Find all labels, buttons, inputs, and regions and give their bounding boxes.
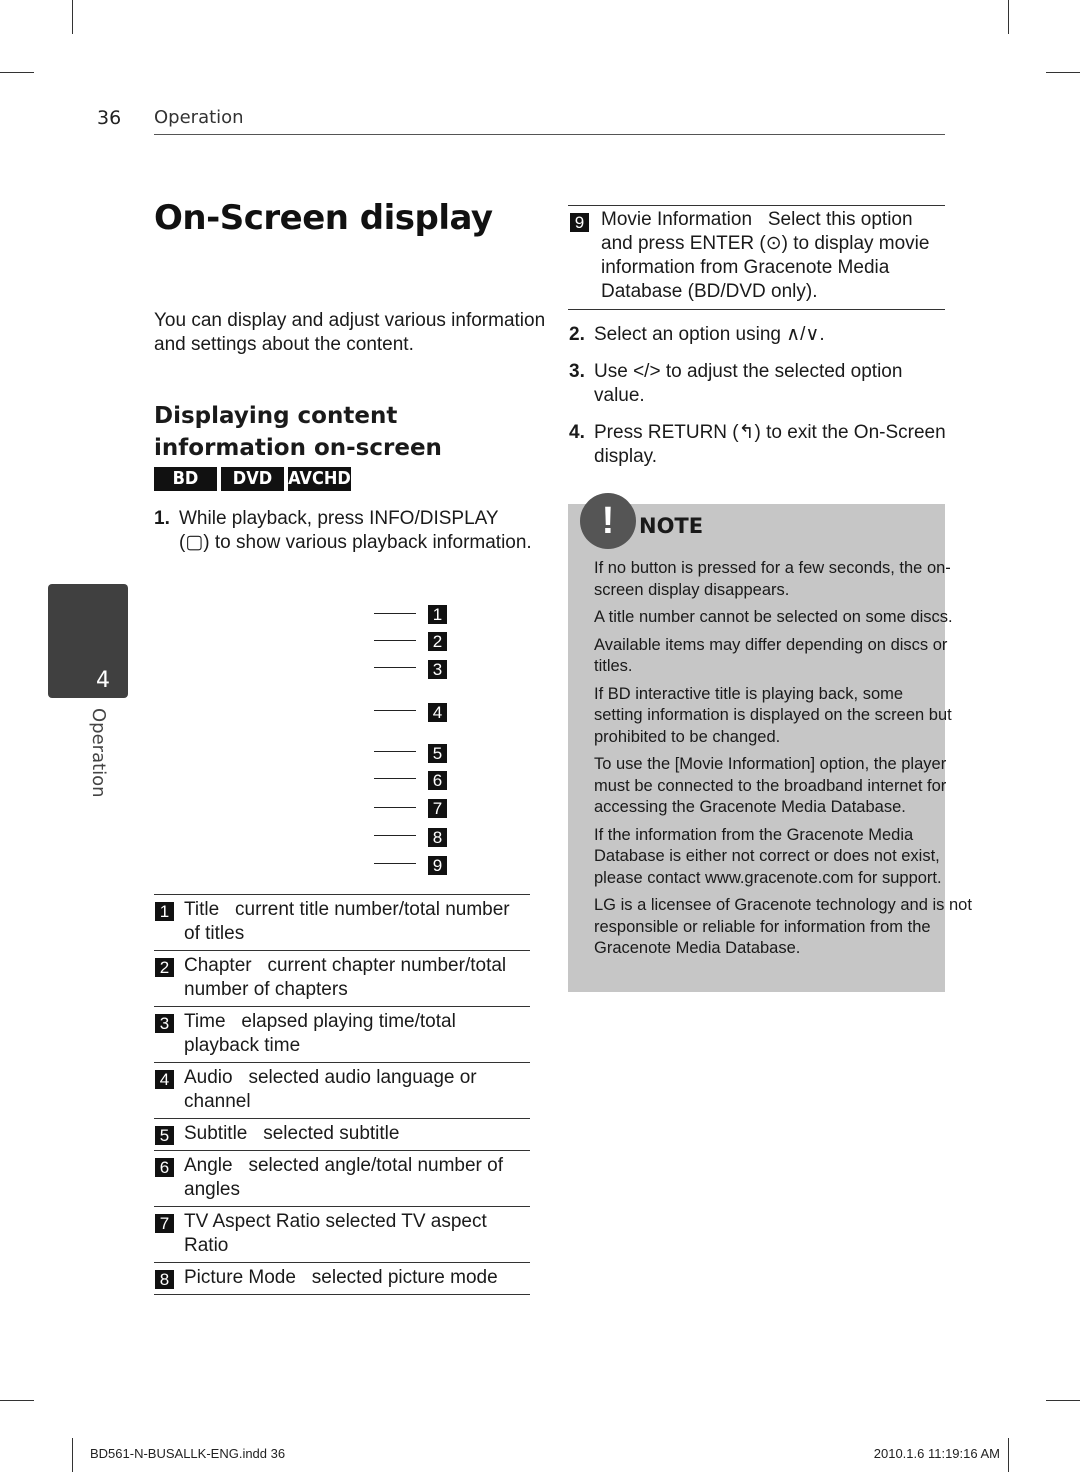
section-name: Operation xyxy=(154,107,244,128)
crop-mark xyxy=(1046,1400,1080,1401)
callout-line xyxy=(374,835,416,836)
definition-list: 1 Title current title number/total number… xyxy=(154,894,530,1295)
item-number: 2 xyxy=(155,958,174,977)
crop-mark xyxy=(0,1400,34,1401)
callout-line xyxy=(374,807,416,808)
note-item: If BD interactive title is playing back,… xyxy=(594,684,952,746)
note-item: A title number cannot be selected on som… xyxy=(594,608,953,626)
callout-1: 1 xyxy=(428,605,447,624)
step-text: Use </> to adjust the selected option va… xyxy=(594,361,903,406)
step-4: 4. Press RETURN (↰) to exit the On-Screen… xyxy=(569,421,949,469)
steps-continued: 2. Select an option using ∧/∨. 3. Use </> … xyxy=(569,323,949,482)
crop-mark xyxy=(72,1438,73,1472)
intro-text: You can display and adjust various infor… xyxy=(154,310,546,355)
callout-line xyxy=(374,863,416,864)
step-number: 1. xyxy=(154,508,170,529)
note-list: If no button is pressed for a few second… xyxy=(594,558,984,966)
item-term: Chapter xyxy=(184,955,252,976)
crop-mark xyxy=(0,72,34,73)
item-number: 4 xyxy=(155,1070,174,1089)
step-3: 3. Use </> to adjust the selected option … xyxy=(569,360,949,408)
section-subtitle: Displaying content information on-screen xyxy=(154,403,442,461)
badge-dvd: DVD xyxy=(221,467,284,491)
item-term: Angle xyxy=(184,1155,233,1176)
item-desc: selected picture mode xyxy=(311,1267,498,1288)
item-term: Subtitle xyxy=(184,1123,248,1144)
item-number: 7 xyxy=(155,1214,174,1233)
manual-page: 36 Operation On-Screen display You can d… xyxy=(0,0,1080,1472)
callout-6: 6 xyxy=(428,771,447,790)
footer-timestamp: 2010.1.6 11:19:16 AM xyxy=(873,1446,1000,1461)
callout-line xyxy=(374,778,416,779)
item-number: 3 xyxy=(155,1014,174,1033)
step-number: 2. xyxy=(569,324,585,345)
callout-line xyxy=(374,710,416,711)
callout-2: 2 xyxy=(428,632,447,651)
callout-5: 5 xyxy=(428,744,447,763)
step-number: 3. xyxy=(569,361,585,382)
chapter-tab xyxy=(48,584,128,698)
callout-3: 3 xyxy=(428,660,447,679)
chapter-label: Operation xyxy=(88,708,109,798)
crop-mark xyxy=(1008,1438,1009,1472)
item-desc: current title number/total number of tit… xyxy=(184,899,510,944)
note-item: Available items may differ depending on … xyxy=(594,635,948,676)
definition-row: 8 Picture Mode selected picture mode xyxy=(154,1262,530,1295)
exclamation-icon: ! xyxy=(580,493,636,549)
step-text: Select an option using ∧/∨. xyxy=(594,324,825,345)
callout-7: 7 xyxy=(428,799,447,818)
item-number: 1 xyxy=(155,902,174,921)
crop-mark xyxy=(1046,72,1080,73)
note-title: NOTE xyxy=(639,514,704,538)
item-term: Title xyxy=(184,899,220,920)
crop-mark xyxy=(1008,0,1009,34)
step-text: Press RETURN (↰) to exit the On-Screen d… xyxy=(594,422,946,467)
note-item: To use the [Movie Information] option, t… xyxy=(594,755,947,816)
item-number: 9 xyxy=(570,213,589,232)
item-term: TV Aspect Ratio xyxy=(184,1211,321,1232)
definition-row: 6 Angle selected angle/total number of an… xyxy=(154,1150,530,1206)
callout-line xyxy=(374,667,416,668)
badge-avchd: AVCHD xyxy=(288,467,351,491)
step-2: 2. Select an option using ∧/∨. xyxy=(569,323,949,347)
callout-line xyxy=(374,613,416,614)
definition-row: 9 Movie Information Select this option a… xyxy=(568,205,945,310)
callout-line xyxy=(374,751,416,752)
step-number: 4. xyxy=(569,422,585,443)
definition-row: 5 Subtitle selected subtitle xyxy=(154,1118,530,1150)
page-number: 36 xyxy=(97,107,122,129)
step-1: 1. While playback, press INFO/DISPLAY (▢… xyxy=(154,507,534,555)
definition-row: 1 Title current title number/total number… xyxy=(154,894,530,950)
disc-badges: BD DVD AVCHD xyxy=(154,467,351,491)
note-item: If no button is pressed for a few second… xyxy=(594,559,951,599)
note-item: If the information from the Gracenote Me… xyxy=(594,825,942,887)
step-text: While playback, press INFO/DISPLAY (▢) t… xyxy=(179,508,532,553)
callout-8: 8 xyxy=(428,828,447,847)
chapter-number: 4 xyxy=(96,668,110,693)
item-desc: selected subtitle xyxy=(263,1123,400,1144)
callout-9: 9 xyxy=(428,856,447,875)
badge-bd: BD xyxy=(154,467,217,491)
footer-file: BD561-N-BUSALLK-ENG.indd 36 xyxy=(90,1446,286,1461)
item-term: Time xyxy=(184,1011,226,1032)
page-title: On-Screen display xyxy=(154,198,493,238)
item-term: Audio xyxy=(184,1067,233,1088)
item-number: 5 xyxy=(155,1126,174,1145)
item-number: 6 xyxy=(155,1158,174,1177)
item-term: Movie Information xyxy=(601,209,753,230)
callout-line xyxy=(374,640,416,641)
crop-mark xyxy=(72,0,73,34)
definition-row: 2 Chapter current chapter number/total nu… xyxy=(154,950,530,1006)
header-rule xyxy=(154,134,945,135)
note-item: LG is a licensee of Gracenote technology… xyxy=(594,896,972,957)
definition-row: 3 Time elapsed playing time/total playbac… xyxy=(154,1006,530,1062)
definition-row: 4 Audio selected audio language or channe… xyxy=(154,1062,530,1118)
callout-4: 4 xyxy=(428,703,447,722)
item-term: Picture Mode xyxy=(184,1267,296,1288)
item-number: 8 xyxy=(155,1270,174,1289)
definition-row: 7 TV Aspect Ratio selected TV aspect Rati… xyxy=(154,1206,530,1262)
